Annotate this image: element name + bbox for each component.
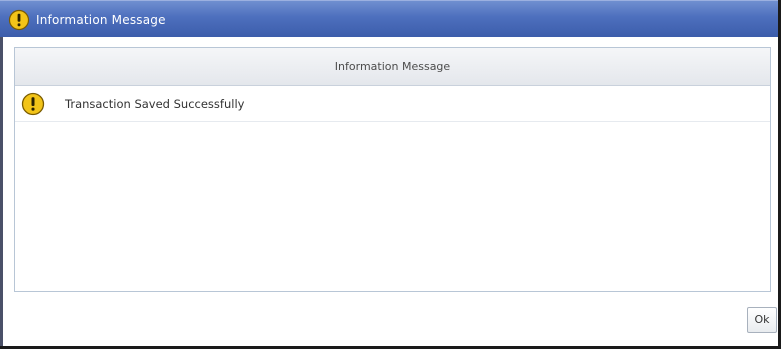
message-text: Transaction Saved Successfully — [65, 97, 245, 111]
ok-button[interactable]: Ok — [747, 307, 777, 333]
panel-header: Information Message — [15, 48, 770, 86]
warning-icon — [21, 92, 45, 116]
message-panel: Information Message Transaction Saved Su… — [14, 47, 771, 292]
message-row: Transaction Saved Successfully — [15, 86, 770, 122]
window-title: Information Message — [36, 13, 166, 27]
title-bar[interactable]: Information Message — [0, 0, 778, 37]
information-message-dialog: Information Message Information Message … — [0, 0, 781, 349]
warning-icon — [8, 9, 30, 31]
dialog-body: Information Message Transaction Saved Su… — [0, 37, 778, 346]
